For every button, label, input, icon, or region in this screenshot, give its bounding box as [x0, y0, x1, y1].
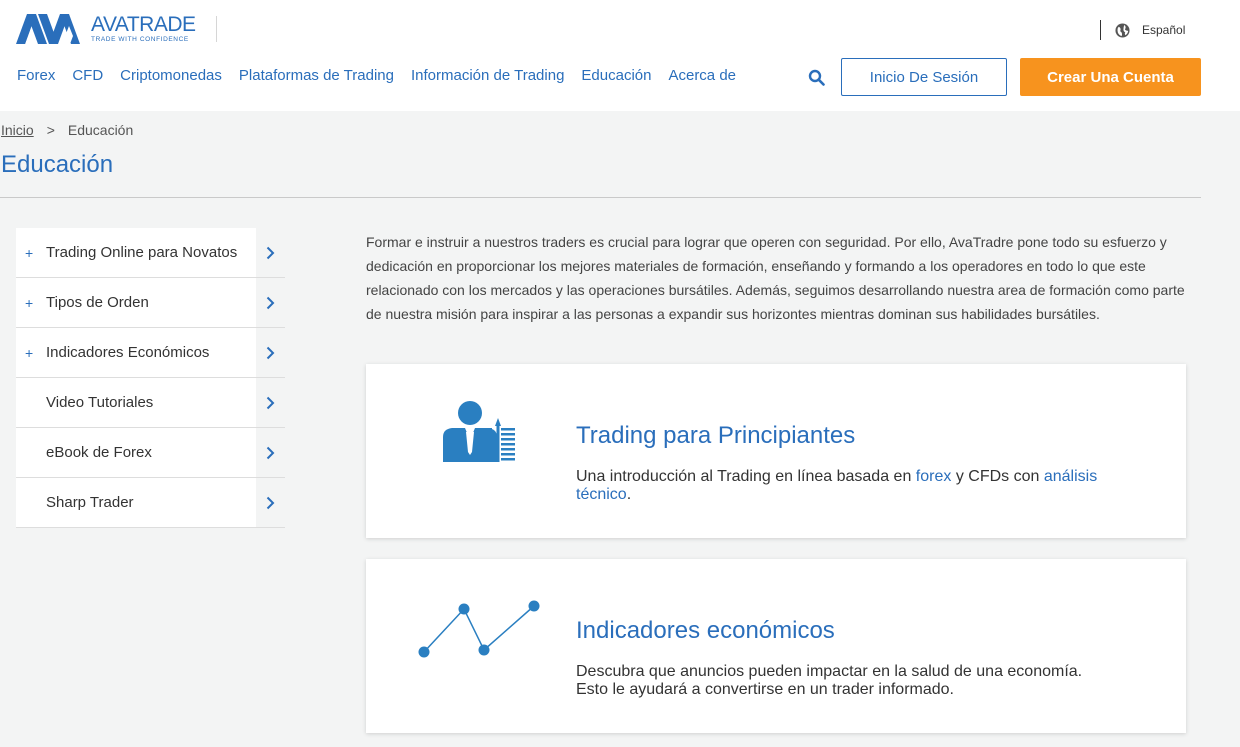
login-button[interactable]: Inicio De Sesión: [841, 58, 1007, 96]
card-description: Descubra que anuncios pueden impactar en…: [576, 663, 1156, 699]
card-desc-part: .: [626, 486, 632, 503]
breadcrumb: Inicio > Educación: [1, 122, 133, 138]
title-divider: [0, 197, 1201, 198]
line-chart-icon: [418, 600, 540, 658]
card-desc-part: y CFDs con: [951, 468, 1044, 485]
sidebar-item-tipos-orden[interactable]: + Tipos de Orden: [16, 278, 285, 328]
nav-item-cfd[interactable]: CFD: [72, 67, 103, 84]
sidebar-item-video-tutoriales[interactable]: Video Tutoriales: [16, 378, 285, 428]
chevron-right-icon[interactable]: [256, 278, 285, 327]
card-title[interactable]: Indicadores económicos: [576, 617, 835, 645]
intro-paragraph: Formar e instruir a nuestros traders es …: [366, 234, 1185, 322]
site-header: AVATRADE TRADE WITH CONFIDENCE Español F…: [0, 0, 1240, 111]
breadcrumb-current: Educación: [67, 122, 134, 138]
search-icon[interactable]: [808, 69, 825, 86]
page-title: Educación: [1, 151, 114, 178]
chevron-right-icon[interactable]: [256, 378, 285, 427]
nav-item-criptomonedas[interactable]: Criptomonedas: [120, 67, 222, 84]
logo-divider: [216, 16, 217, 42]
breadcrumb-separator: >: [46, 122, 55, 138]
globe-icon: [1115, 22, 1130, 38]
chevron-right-icon[interactable]: [256, 228, 285, 277]
language-divider: [1100, 20, 1101, 40]
avatrade-logo[interactable]: AVATRADE TRADE WITH CONFIDENCE: [16, 14, 196, 44]
expand-plus-icon[interactable]: +: [25, 245, 37, 261]
sidebar-item-trading-novatos[interactable]: + Trading Online para Novatos: [16, 228, 285, 278]
education-sidebar: + Trading Online para Novatos + Tipos de…: [16, 228, 285, 528]
card-description: Una introducción al Trading en línea bas…: [576, 468, 1156, 504]
expand-plus-icon[interactable]: +: [25, 345, 37, 361]
card-indicadores-economicos[interactable]: Indicadores económicos Descubra que anun…: [366, 559, 1186, 733]
breadcrumb-home-link[interactable]: Inicio: [1, 122, 34, 138]
forex-link[interactable]: forex: [916, 468, 952, 485]
chevron-right-icon[interactable]: [256, 428, 285, 477]
card-title[interactable]: Trading para Principiantes: [576, 422, 855, 450]
nav-item-educacion[interactable]: Educación: [581, 67, 651, 84]
sidebar-item-sharp-trader[interactable]: Sharp Trader: [16, 478, 285, 528]
sidebar-item-label: Sharp Trader: [46, 494, 134, 511]
card-desc-part: Una introducción al Trading en línea bas…: [576, 468, 916, 485]
sidebar-item-label: eBook de Forex: [46, 444, 152, 461]
language-selector[interactable]: Español: [1100, 20, 1185, 40]
sidebar-item-label: Indicadores Económicos: [46, 344, 210, 361]
nav-item-forex[interactable]: Forex: [17, 67, 55, 84]
card-desc-line: Descubra que anuncios pueden impactar en…: [576, 663, 1083, 680]
create-account-button[interactable]: Crear Una Cuenta: [1020, 58, 1201, 96]
nav-item-acerca[interactable]: Acerca de: [668, 67, 736, 84]
sidebar-item-ebook-forex[interactable]: eBook de Forex: [16, 428, 285, 478]
card-desc-line: Esto le ayudará a convertirse en un trad…: [576, 681, 954, 698]
trader-growth-icon: [443, 401, 515, 462]
logo-tagline: TRADE WITH CONFIDENCE: [91, 36, 189, 43]
language-label: Español: [1142, 23, 1186, 37]
chevron-right-icon[interactable]: [256, 328, 285, 377]
sidebar-item-label: Trading Online para Novatos: [46, 244, 238, 261]
ava-logo-icon: [16, 14, 80, 44]
nav-item-informacion[interactable]: Información de Trading: [411, 67, 564, 84]
nav-item-plataformas[interactable]: Plataformas de Trading: [239, 67, 394, 84]
card-trading-principiantes[interactable]: Trading para Principiantes Una introducc…: [366, 364, 1186, 538]
logo-name: AVATRADE: [91, 13, 196, 36]
sidebar-item-label: Tipos de Orden: [46, 294, 149, 311]
expand-plus-icon[interactable]: +: [25, 295, 37, 311]
chevron-right-icon[interactable]: [256, 478, 285, 527]
sidebar-item-label: Video Tutoriales: [46, 394, 154, 411]
main-nav: Forex CFD Criptomonedas Plataformas de T…: [17, 67, 753, 84]
sidebar-item-indicadores[interactable]: + Indicadores Económicos: [16, 328, 285, 378]
